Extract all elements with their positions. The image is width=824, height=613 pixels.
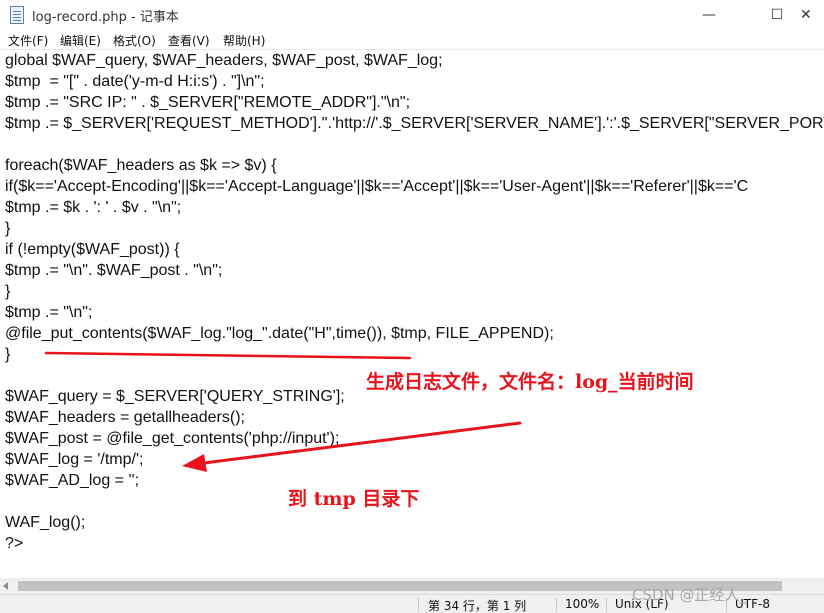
code-line: $WAF_post = @file_get_contents('php://in… — [5, 430, 340, 447]
title-bar: log-record.php - 记事本 — ☐ ✕ — [0, 0, 824, 30]
code-line: ?> — [5, 535, 24, 552]
code-line: } — [5, 283, 11, 300]
maximize-button[interactable]: ☐ — [754, 0, 800, 30]
code-line: foreach($WAF_headers as $k => $v) { — [5, 157, 277, 174]
cursor-position: 第 34 行，第 1 列 — [428, 599, 527, 613]
annotation-log-file-note: 生成日志文件，文件名：log_当前时间 — [366, 371, 694, 393]
code-line: } — [5, 220, 11, 237]
zoom-level: 100% — [565, 597, 600, 611]
code-line: if($k=='Accept-Encoding'||$k=='Accept-La… — [5, 178, 749, 195]
code-line: global $WAF_query, $WAF_headers, $WAF_po… — [5, 52, 443, 69]
code-line: $tmp .= "\n"; — [5, 304, 93, 321]
code-line: } — [5, 346, 11, 363]
annotation-tmp-dir-note: 到 tmp 目录下 — [288, 488, 420, 510]
menu-edit[interactable]: 编辑(E) — [60, 32, 101, 49]
code-line: @file_put_contents($WAF_log."log_".date(… — [5, 325, 554, 342]
code-line: WAF_log(); — [5, 514, 86, 531]
close-button[interactable]: ✕ — [800, 0, 824, 30]
code-line: $tmp .= "\n". $WAF_post . "\n"; — [5, 262, 223, 279]
watermark: CSDN @正经人_ — [632, 586, 748, 604]
window-title: log-record.php - 记事本 — [32, 10, 179, 25]
code-line: $WAF_log = '/tmp/'; — [5, 451, 144, 468]
minimize-button[interactable]: — — [686, 0, 732, 30]
menu-help[interactable]: 帮助(H) — [223, 32, 265, 49]
notepad-icon — [10, 6, 24, 24]
scroll-left-arrow-icon[interactable] — [3, 582, 8, 590]
status-separator — [606, 598, 607, 612]
code-line: $tmp .= $k . ': ' . $v . "\n"; — [5, 199, 182, 216]
code-line: $WAF_headers = getallheaders(); — [5, 409, 245, 426]
code-line: $WAF_AD_log = ''; — [5, 472, 140, 489]
menu-bar: 文件(F) 编辑(E) 格式(O) 查看(V) 帮助(H) — [0, 30, 824, 50]
code-line: $tmp = "[" . date('y-m-d H:i:s') . "]\n"… — [5, 73, 265, 90]
status-separator — [418, 598, 419, 612]
status-separator — [556, 598, 557, 612]
code-line: $WAF_query = $_SERVER['QUERY_STRING']; — [5, 388, 345, 405]
code-line: $tmp .= "SRC IP: " . $_SERVER["REMOTE_AD… — [5, 94, 411, 111]
code-line: if (!empty($WAF_post)) { — [5, 241, 180, 258]
menu-view[interactable]: 查看(V) — [168, 32, 210, 49]
menu-file[interactable]: 文件(F) — [8, 32, 48, 49]
menu-format[interactable]: 格式(O) — [113, 32, 156, 49]
code-line: $tmp .= $_SERVER['REQUEST_METHOD'].''.'h… — [5, 115, 824, 132]
